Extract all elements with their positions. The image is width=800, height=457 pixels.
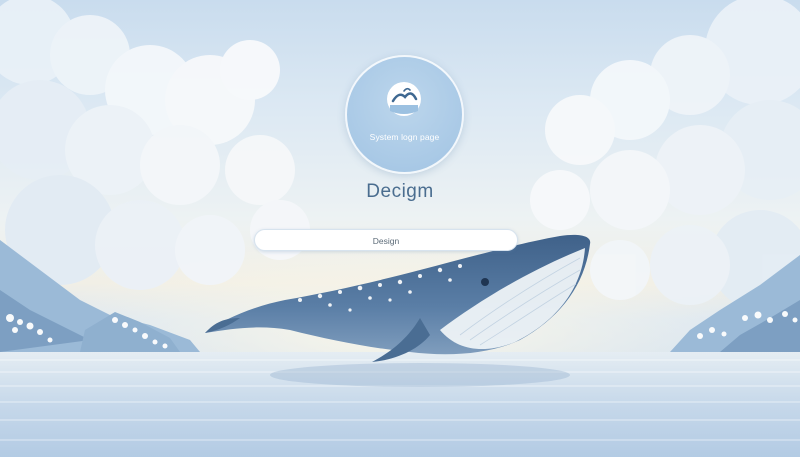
app-title: Decigm xyxy=(366,181,434,202)
wave-icon xyxy=(387,82,421,116)
logo-caption: System logn page xyxy=(369,132,440,142)
login-page: System logn page Decigm Design xyxy=(0,0,800,457)
logo-badge: System logn page xyxy=(345,55,464,174)
design-field[interactable]: Design xyxy=(254,229,518,251)
